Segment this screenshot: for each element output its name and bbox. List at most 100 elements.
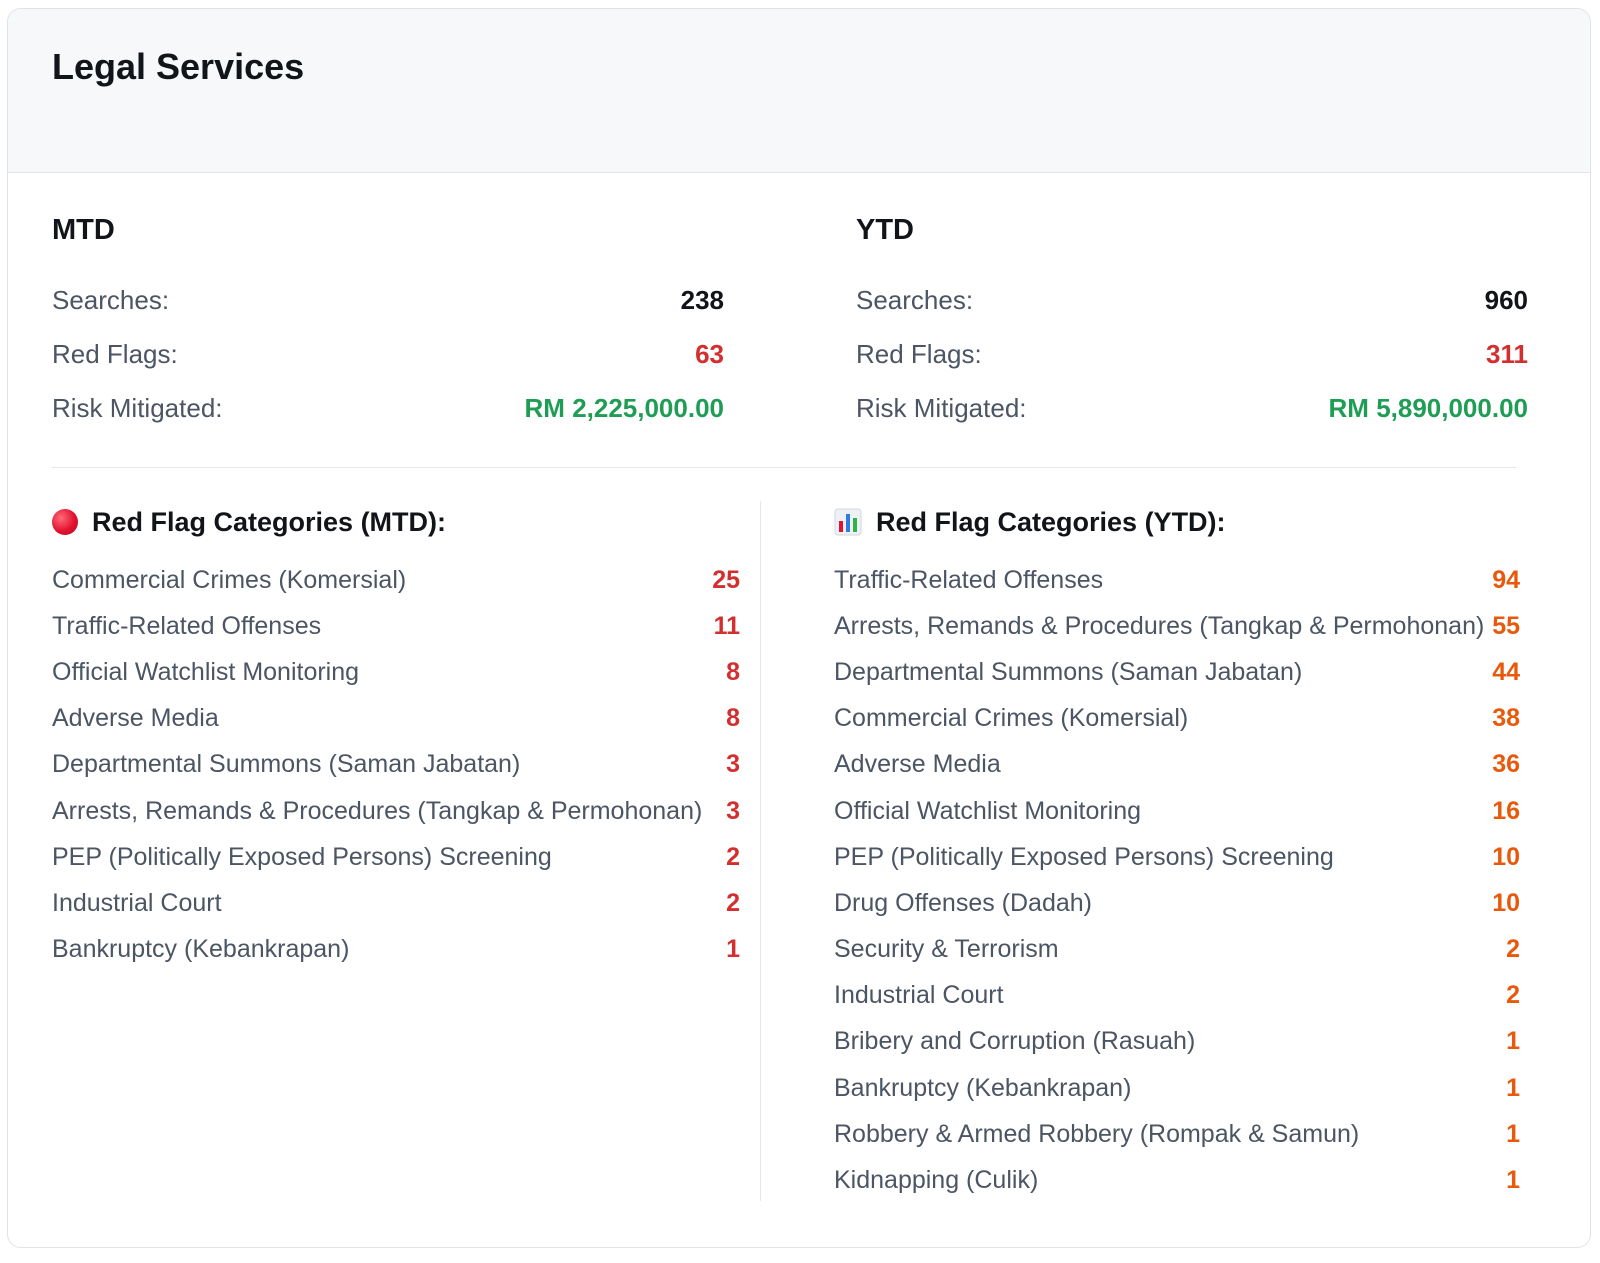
categories-ytd-heading: Red Flag Categories (YTD): (834, 499, 1520, 545)
category-count: 8 (726, 657, 740, 686)
category-count: 10 (1492, 888, 1520, 917)
ytd-searches-value: 960 (1484, 284, 1528, 315)
ytd-risk-label: Risk Mitigated: (856, 392, 1027, 423)
category-count: 25 (712, 565, 740, 594)
categories-ytd-heading-text: Red Flag Categories (YTD): (876, 506, 1226, 537)
category-count: 3 (726, 796, 740, 825)
categories-ytd: Red Flag Categories (YTD): Traffic-Relat… (834, 499, 1520, 1204)
mtd-risk-label: Risk Mitigated: (52, 392, 223, 423)
ytd-searches-row: Searches: 960 (856, 273, 1528, 327)
category-label: Traffic-Related Offenses (52, 611, 322, 640)
mtd-searches-label: Searches: (52, 284, 170, 315)
category-label: Security & Terrorism (834, 935, 1059, 964)
category-row: Adverse Media 8 (52, 696, 740, 742)
category-label: Official Watchlist Monitoring (52, 657, 360, 686)
category-count: 1 (1506, 1073, 1520, 1102)
category-row: Commercial Crimes (Komersial) 25 (52, 557, 740, 603)
category-row: Industrial Court 2 (834, 973, 1520, 1019)
category-row: Arrests, Remands & Procedures (Tangkap &… (834, 603, 1520, 649)
category-row: Departmental Summons (Saman Jabatan) 3 (52, 742, 740, 788)
category-label: PEP (Politically Exposed Persons) Screen… (52, 842, 552, 871)
category-label: Drug Offenses (Dadah) (834, 888, 1092, 917)
category-count: 2 (1506, 981, 1520, 1010)
category-row: Adverse Media 36 (834, 742, 1520, 788)
category-count: 94 (1492, 565, 1520, 594)
category-label: Commercial Crimes (Komersial) (834, 704, 1189, 733)
category-count: 38 (1492, 704, 1520, 733)
category-row: Drug Offenses (Dadah) 10 (834, 880, 1520, 926)
card-header: Legal Services (8, 9, 1590, 173)
category-row: PEP (Politically Exposed Persons) Screen… (52, 834, 740, 880)
category-label: Robbery & Armed Robbery (Rompak & Samun) (834, 1119, 1360, 1148)
category-row: Bankruptcy (Kebankrapan) 1 (52, 927, 740, 973)
ytd-risk-value: RM 5,890,000.00 (1328, 392, 1528, 423)
category-label: Bribery and Corruption (Rasuah) (834, 1027, 1196, 1056)
category-count: 2 (1506, 935, 1520, 964)
category-row: Kidnapping (Culik) 1 (834, 1157, 1520, 1203)
category-count: 8 (726, 704, 740, 733)
card-title: Legal Services (52, 46, 305, 87)
ytd-searches-label: Searches: (856, 284, 974, 315)
legal-services-card: Legal Services MTD Searches: 238 Red Fla… (7, 8, 1591, 1248)
category-label: Commercial Crimes (Komersial) (52, 565, 407, 594)
ytd-red-flags-label: Red Flags: (856, 338, 982, 369)
category-label: PEP (Politically Exposed Persons) Screen… (834, 842, 1334, 871)
category-row: Departmental Summons (Saman Jabatan) 44 (834, 649, 1520, 695)
mtd-red-flags-value: 63 (695, 338, 724, 369)
categories-mtd-list: Commercial Crimes (Komersial) 25 Traffic-R… (52, 557, 740, 973)
bar-chart-icon (834, 508, 862, 536)
category-label: Adverse Media (834, 750, 1001, 779)
category-count: 36 (1492, 750, 1520, 779)
mtd-risk-value: RM 2,225,000.00 (524, 392, 724, 423)
category-row: Traffic-Related Offenses 11 (52, 603, 740, 649)
category-row: Industrial Court 2 (52, 880, 740, 926)
category-label: Adverse Media (52, 704, 219, 733)
category-label: Industrial Court (52, 888, 222, 917)
category-label: Traffic-Related Offenses (834, 565, 1104, 594)
category-count: 1 (1506, 1166, 1520, 1195)
category-count: 2 (726, 888, 740, 917)
category-row: Official Watchlist Monitoring 16 (834, 788, 1520, 834)
category-row: PEP (Politically Exposed Persons) Screen… (834, 834, 1520, 880)
category-count: 44 (1492, 657, 1520, 686)
mtd-risk-row: Risk Mitigated: RM 2,225,000.00 (52, 381, 724, 435)
mtd-summary: MTD Searches: 238 Red Flags: 63 Risk Mit… (52, 207, 724, 435)
ytd-summary: YTD Searches: 960 Red Flags: 311 Risk Mi… (856, 207, 1528, 435)
category-row: Arrests, Remands & Procedures (Tangkap &… (52, 788, 740, 834)
ytd-title: YTD (856, 214, 914, 246)
category-row: Commercial Crimes (Komersial) 38 (834, 696, 1520, 742)
category-label: Arrests, Remands & Procedures (Tangkap &… (52, 796, 703, 825)
category-count: 55 (1492, 611, 1520, 640)
mtd-red-flags-row: Red Flags: 63 (52, 327, 724, 381)
category-row: Security & Terrorism 2 (834, 927, 1520, 973)
category-label: Departmental Summons (Saman Jabatan) (52, 750, 521, 779)
category-count: 11 (713, 611, 740, 640)
category-row: Robbery & Armed Robbery (Rompak & Samun)… (834, 1111, 1520, 1157)
category-row: Bankruptcy (Kebankrapan) 1 (834, 1065, 1520, 1111)
category-label: Industrial Court (834, 981, 1004, 1010)
ytd-red-flags-value: 311 (1486, 338, 1528, 369)
mtd-searches-value: 238 (680, 284, 724, 315)
category-label: Kidnapping (Culik) (834, 1166, 1039, 1195)
category-count: 10 (1492, 842, 1520, 871)
category-count: 16 (1492, 796, 1520, 825)
category-count: 2 (726, 842, 740, 871)
category-row: Bribery and Corruption (Rasuah) 1 (834, 1019, 1520, 1065)
category-count: 1 (1506, 1027, 1520, 1056)
ytd-risk-row: Risk Mitigated: RM 5,890,000.00 (856, 381, 1528, 435)
category-label: Bankruptcy (Kebankrapan) (834, 1073, 1132, 1102)
category-label: Departmental Summons (Saman Jabatan) (834, 657, 1303, 686)
category-row: Traffic-Related Offenses 94 (834, 557, 1520, 603)
categories-mtd-heading: Red Flag Categories (MTD): (52, 499, 740, 545)
category-count: 1 (1506, 1119, 1520, 1148)
mtd-title: MTD (52, 214, 115, 246)
category-label: Arrests, Remands & Procedures (Tangkap &… (834, 611, 1485, 640)
mtd-red-flags-label: Red Flags: (52, 338, 178, 369)
section-divider (52, 467, 1516, 468)
categories-mtd-heading-text: Red Flag Categories (MTD): (92, 506, 447, 537)
category-row: Official Watchlist Monitoring 8 (52, 649, 740, 695)
red-circle-icon (52, 509, 78, 535)
category-label: Bankruptcy (Kebankrapan) (52, 935, 350, 964)
categories-ytd-list: Traffic-Related Offenses 94 Arrests, Reman… (834, 557, 1520, 1204)
category-count: 3 (726, 750, 740, 779)
